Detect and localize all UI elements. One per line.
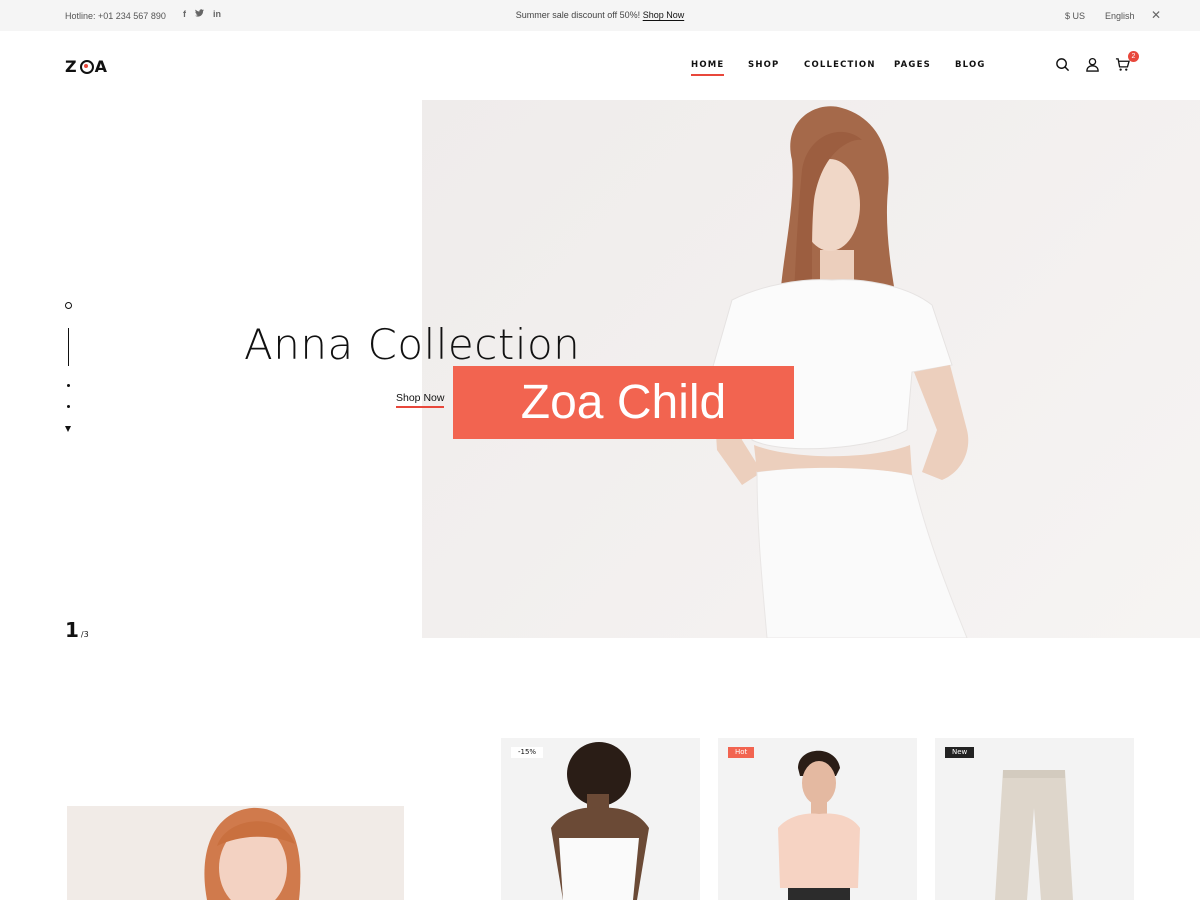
nav-blog[interactable]: BLOG (955, 60, 986, 70)
product-card[interactable]: New (935, 738, 1134, 900)
promo-banner: Summer sale discount off 50%! Shop Now (0, 10, 1200, 20)
product-image (501, 738, 700, 900)
cart-icon[interactable]: 2 (1115, 51, 1139, 73)
slide-dot-active[interactable] (65, 302, 72, 309)
discount-badge: -15% (511, 747, 544, 758)
main-nav: HOME SHOP COLLECTION PAGES BLOG (0, 60, 1200, 80)
promo-text: Summer sale discount off 50%! (515, 10, 641, 20)
product-card[interactable]: -15% (501, 738, 700, 900)
theme-name-overlay: Zoa Child (453, 366, 794, 439)
promo-card-image[interactable] (67, 806, 404, 900)
top-bar: Hotline: +01 234 567 890 f in Summer sal… (0, 0, 1200, 31)
product-card[interactable]: Hot (718, 738, 917, 900)
nav-pages[interactable]: PAGES (894, 60, 931, 70)
hero-title: Anna Collection (244, 320, 581, 369)
nav-shop[interactable]: SHOP (748, 60, 780, 70)
header-actions: 2 (1055, 51, 1139, 73)
cart-count-badge: 2 (1128, 51, 1139, 62)
hero-shop-now-button[interactable]: Shop Now (396, 392, 445, 408)
site-header: ZA HOME SHOP COLLECTION PAGES BLOG 2 (0, 31, 1200, 100)
slide-progress-line (68, 328, 70, 366)
close-icon[interactable]: ✕ (1151, 8, 1161, 22)
search-icon[interactable] (1055, 57, 1071, 73)
slide-counter: 1/3 (65, 618, 89, 642)
language-selector[interactable]: English (1105, 11, 1135, 21)
slide-next-arrow-icon[interactable] (65, 426, 71, 432)
nav-collection[interactable]: COLLECTION (804, 60, 876, 70)
new-badge: New (945, 747, 975, 758)
currency-selector[interactable]: $ US (1065, 11, 1085, 21)
slider-indicator (64, 300, 76, 440)
promo-shop-now-link[interactable]: Shop Now (643, 10, 685, 20)
slide-dot[interactable] (67, 405, 70, 408)
slide-current: 1 (65, 618, 79, 642)
hot-badge: Hot (728, 747, 755, 758)
product-image (718, 738, 917, 900)
promo-model-illustration (67, 806, 404, 900)
nav-home[interactable]: HOME (691, 60, 725, 76)
slide-dot[interactable] (67, 384, 70, 387)
product-image (935, 738, 1134, 900)
slide-total: /3 (80, 630, 89, 639)
user-icon[interactable] (1085, 57, 1101, 73)
